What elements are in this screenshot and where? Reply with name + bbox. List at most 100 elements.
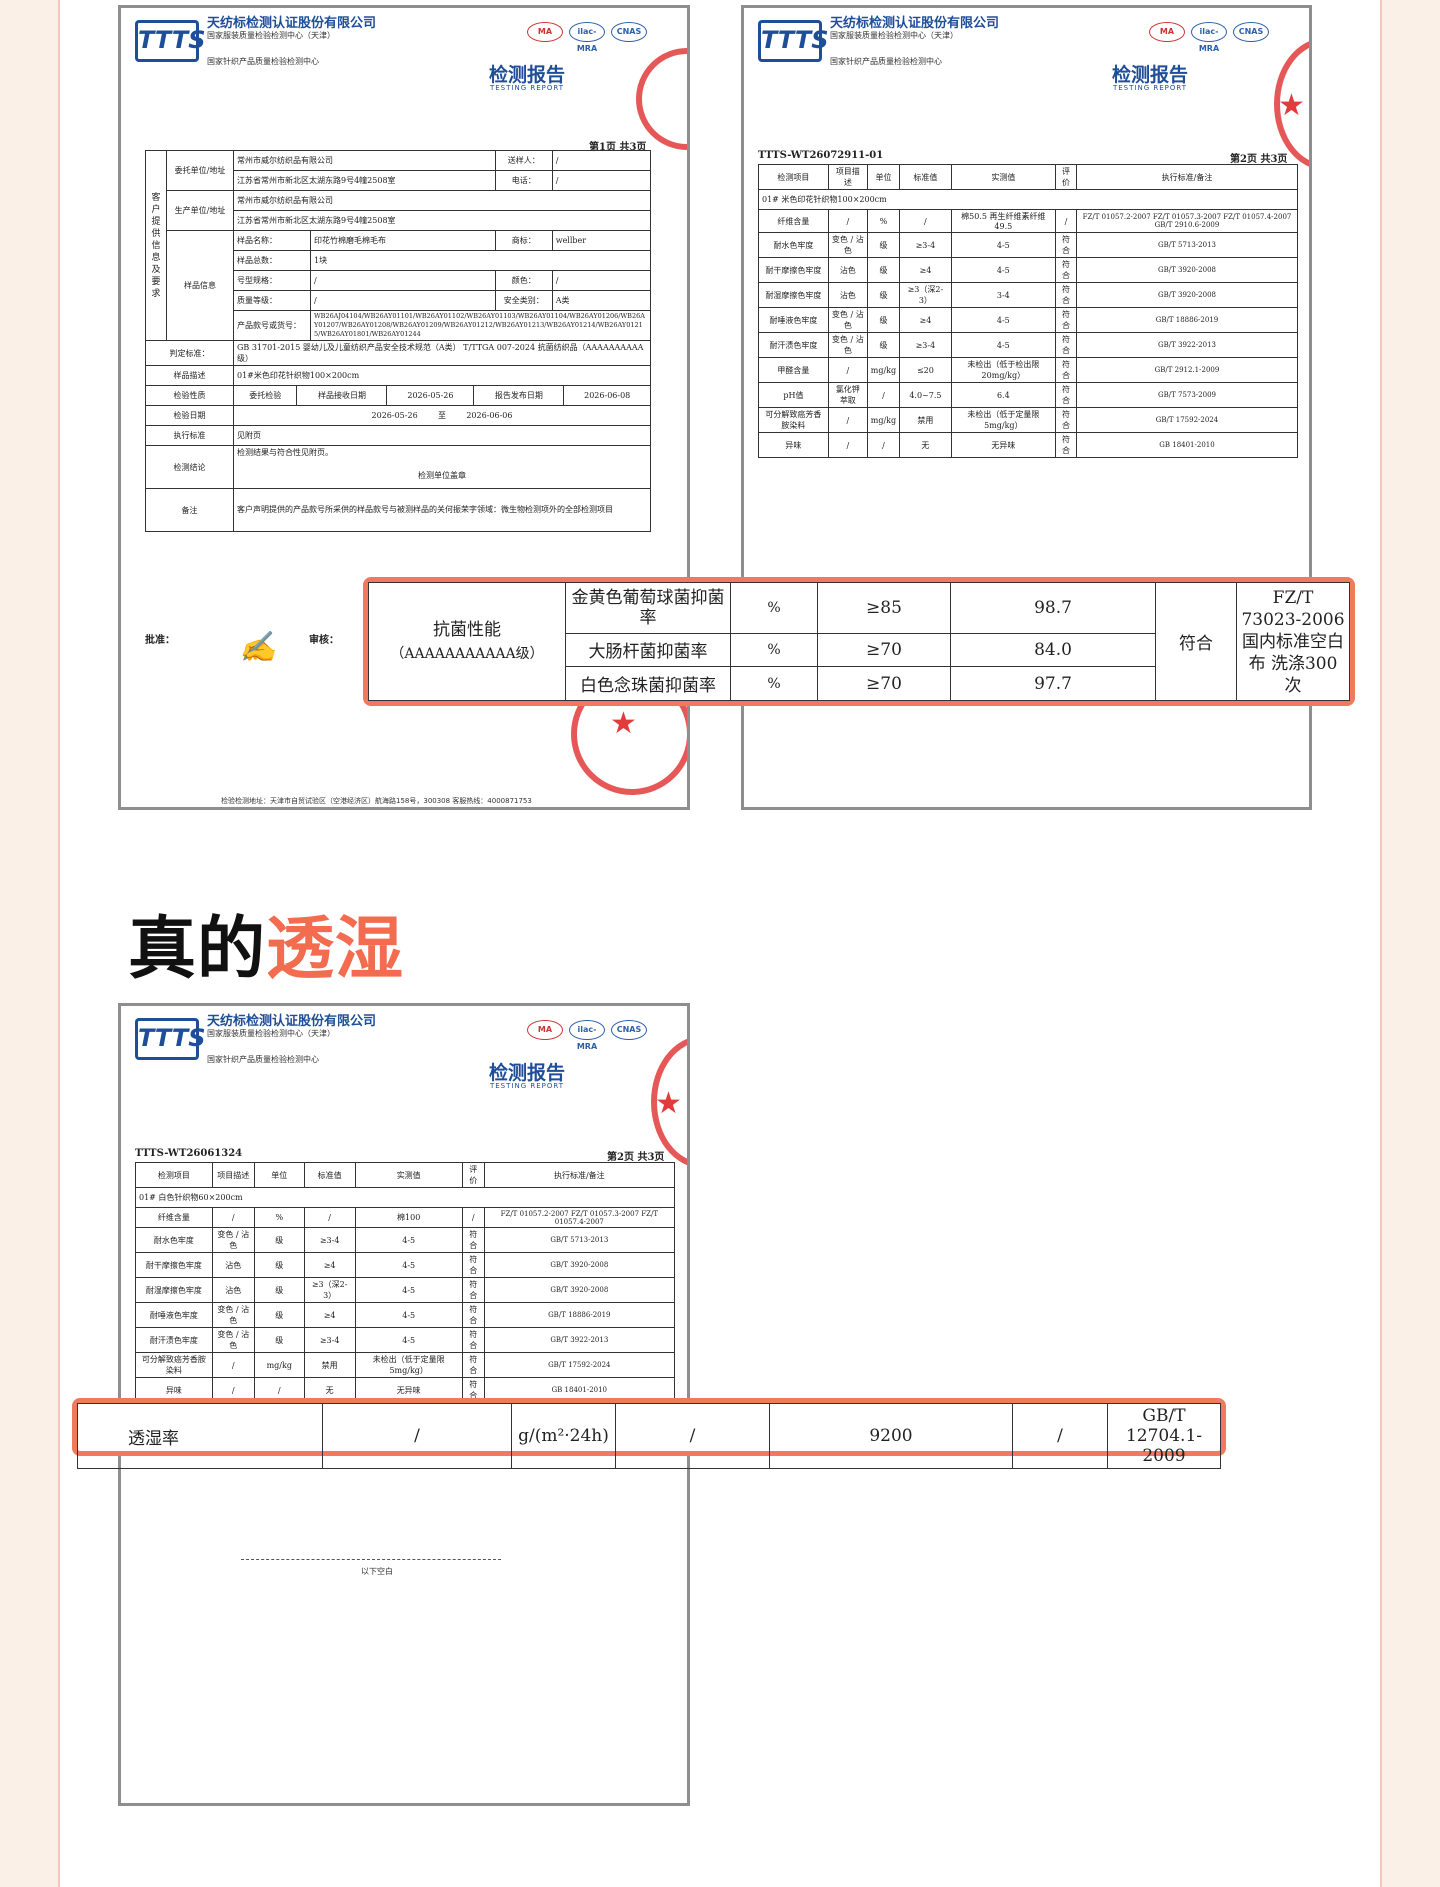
table-cell: 无异味 [950,432,1057,458]
table-cell: GB/T 3922-2013 [483,1327,676,1353]
callout-desc-2: 大肠杆菌抑菌率 [565,632,731,668]
cnas-icon: CNAS [1233,22,1269,42]
sample-cell: 01# 白色针织物60×200cm [135,1187,675,1208]
table-cell: 符合 [461,1352,485,1378]
exec-label: 执行标准 [145,425,234,446]
table-cell: 级 [866,332,901,358]
callout-std-3: ≥70 [817,666,951,701]
cnas-icon: CNAS [611,22,647,42]
side-label: 客户提供信息及要求 [145,150,167,341]
table-cell: 符合 [1055,257,1077,283]
producer-label: 生产单位/地址 [166,190,234,231]
conclusion: 检测结果与符合性见附页。 [237,448,333,457]
table-cell: 符合 [1055,382,1077,408]
report-header: TTTS 天纺标检测认证股份有限公司 国家服装质量检验检测中心（天津） 国家针织… [121,8,687,128]
table-header-cell: 单位 [253,1162,305,1188]
org-line-2: 国家针织产品质量检验检测中心 [830,57,942,66]
remark: 客户声明提供的产品款号所采供的样品款号与被测样品的关何振荣字领域：微生物检测项外… [233,488,651,532]
table-cell: 符合 [1055,307,1077,333]
report-title: 检测报告 [488,1062,566,1084]
table-row: 纤维含量 /% / 棉100/FZ/T 01057.2-2007 FZ/T 01057… [135,1207,676,1228]
section-heading: 真的透湿 [128,893,404,992]
table-row: 耐湿摩擦色牢度 沾色级 ≥3（深2-3） 3-4 符合 GB/T 3920-2008 [758,282,1299,308]
ttts-logo: TTTS [135,20,206,62]
sample-cell: 01# 米色印花针织物100×200cm [758,189,1298,210]
desc-label: 样品描述 [145,365,234,386]
sender-value: / [551,150,652,171]
phone-value: / [551,170,652,191]
concl-label: 检测结论 [145,445,234,489]
table-row: pH值 氯化钾萃取/4.0~7.5 6.4 符合 GB/T 7573-2009 [758,382,1299,408]
table-cell: ≥3-4 [303,1327,356,1353]
table-header-cell: 实测值 [354,1162,463,1188]
test-to-sep: 至 [438,411,446,420]
cma-icon: MA [527,1020,563,1040]
callout-item: 抗菌性能 [433,619,501,640]
ilac-icon: ilac-MRA [1191,22,1227,53]
report-number: TTTS-WT26061324 [135,1148,243,1159]
grade-label: 质量等级： [233,290,311,311]
table-cell: 未检出（低于检出限20mg/kg） [950,357,1057,383]
table-header-cell: 标准值 [899,164,952,190]
table-cell: GB/T 7573-2009 [1075,382,1299,408]
review-label: 审核： [309,635,339,646]
page-number: 第2页 共3页 [607,1152,665,1163]
callout-unit-2: % [730,632,818,668]
table-row: 耐水色牢度 变色 / 沾色级 ≥3-4 4-5 符合 GB/T 5713-2013 [758,232,1299,258]
safety-label: 安全类别： [494,290,553,311]
report-title: 检测报告 [488,64,566,86]
table-cell: 级 [866,257,901,283]
table-cell: ≥3（深2-3） [303,1277,356,1303]
page-number: 第2页 共3页 [1230,154,1288,165]
phone-label: 电话： [494,170,553,191]
table-cell: GB/T 5713-2013 [483,1227,676,1253]
table-cell: 符合 [461,1302,485,1328]
report-title: 检测报告 [1111,64,1189,86]
table-cell: GB/T 3920-2008 [483,1252,676,1278]
table-cell: / [899,209,952,233]
report-header: TTTS 天纺标检测认证股份有限公司 国家服装质量检验检测中心（天津） 国家针织… [121,1006,687,1126]
callout2-item: 透湿率 [77,1403,323,1469]
table-row: 耐水色牢度 变色 / 沾色级 ≥3-4 4-5 符合 GB/T 5713-2013 [135,1227,676,1253]
table-cell: GB/T 17592-2024 [1075,407,1299,433]
table-cell: ≥4 [303,1302,356,1328]
table-cell: / [303,1207,356,1228]
callout2-std: / [615,1403,770,1469]
table-cell: 4-5 [354,1327,463,1353]
callout-note: FZ/T 73023-2006 国内标准空白布 洗涤300次 [1236,582,1350,701]
table-cell: 耐唾液色牢度 [135,1302,213,1328]
table-cell: / [866,432,901,458]
table-header-cell: 评价 [1055,164,1077,190]
table-cell: 耐湿摩擦色牢度 [135,1277,213,1303]
table-cell: 沾色 [827,257,868,283]
org-name: 天纺标检测认证股份有限公司 [207,1014,377,1029]
table-cell: FZ/T 01057.2-2007 FZ/T 01057.3-2007 FZ/T… [1075,209,1299,233]
sample-desc: 01#米色印花针织物100×200cm [233,365,651,386]
safety: A类 [551,290,652,311]
signature: ✍ [239,630,277,665]
table-cell: 变色 / 沾色 [827,307,868,333]
table-cell: 纤维含量 [758,209,829,233]
table-cell: ≥4 [303,1252,356,1278]
table-cell: 级 [866,232,901,258]
table-header-cell: 检测项目 [135,1162,213,1188]
table-cell: 级 [253,1252,305,1278]
table-cell: GB/T 2912.1-2009 [1075,357,1299,383]
table-cell: / [211,1207,255,1228]
cma-icon: MA [1149,22,1185,42]
table-cell: pH值 [758,382,829,408]
grade: / [310,290,496,311]
ilac-icon: ilac-MRA [569,1020,605,1051]
table-cell: 级 [253,1277,305,1303]
table-cell: 4-5 [354,1302,463,1328]
table-cell: 级 [866,282,901,308]
table-cell: 沾色 [211,1277,255,1303]
qty: 1块 [310,250,651,271]
table-cell: ≥4 [899,307,952,333]
heading-accent: 透湿 [266,910,405,989]
callout-val-3: 97.7 [950,666,1156,701]
cnas-icon: CNAS [611,1020,647,1040]
table-cell: / [866,382,901,408]
page-footer: 检验检测地址：天津市自贸试验区（空港经济区）航海路158号，300308 客服热… [221,797,532,805]
exec-std: 见附页 [233,425,651,446]
